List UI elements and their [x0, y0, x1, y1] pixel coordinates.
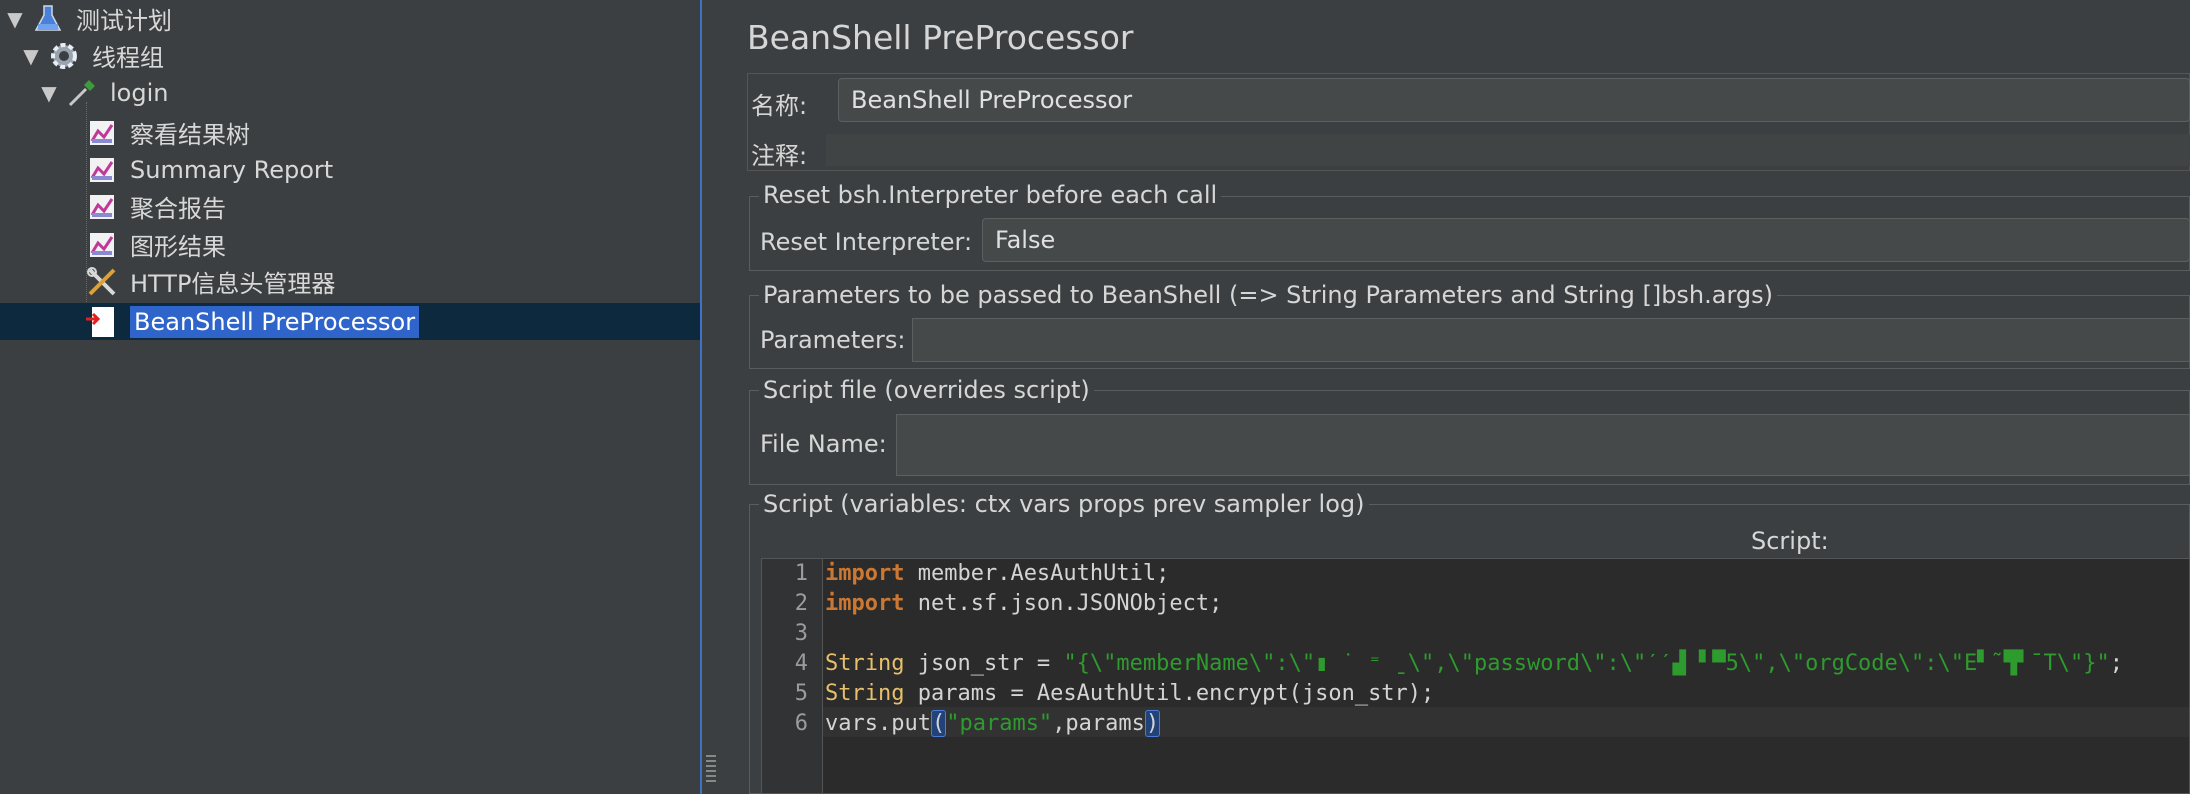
reset-interpreter-value: False — [995, 226, 1056, 254]
tree-item-login[interactable]: ▼ login — [38, 74, 168, 111]
type-token: String — [825, 651, 905, 676]
code-token: vars.put — [825, 711, 931, 736]
preprocessor-page-icon — [86, 306, 118, 338]
tree-item-beanshell-preprocessor[interactable]: BeanShell PreProcessor — [0, 303, 700, 340]
keyword-token: import — [825, 561, 905, 586]
listener-graph-icon — [86, 154, 118, 186]
line-number: 1 — [794, 561, 808, 586]
reset-group-title: Reset bsh.Interpreter before each call — [759, 181, 1222, 209]
code-token: json_str = — [904, 651, 1064, 676]
line-number: 5 — [794, 681, 808, 706]
file-name-input[interactable] — [896, 414, 2190, 476]
name-input-value: BeanShell PreProcessor — [851, 86, 1133, 114]
bracket-match-close: ) — [1144, 710, 1161, 737]
code-token: ; — [2109, 651, 2123, 676]
line-number: 2 — [794, 591, 808, 616]
listener-graph-icon — [86, 191, 118, 223]
panel-splitter[interactable] — [700, 0, 724, 794]
tree-item-view-results-tree[interactable]: 察看结果树 — [86, 114, 250, 151]
splitter-grip-icon[interactable] — [706, 752, 716, 782]
tree-item-label: 测试计划 — [76, 7, 172, 35]
dropper-icon — [66, 77, 98, 109]
tree-item-thread-group[interactable]: ▼ 线程组 — [20, 37, 164, 74]
comment-label: 注释: — [751, 142, 808, 170]
name-label: 名称: — [751, 92, 808, 120]
tree-item-summary-report[interactable]: Summary Report — [86, 151, 333, 188]
tree-item-label: login — [110, 78, 169, 107]
test-plan-tree[interactable]: ▼ 测试计划 ▼ 线程组 ▼ login 察看结果树 Summary Repor… — [0, 0, 700, 794]
code-line-5[interactable]: String params = AesAuthUtil.encrypt(json… — [825, 681, 1434, 706]
type-token: String — [825, 681, 905, 706]
tree-item-label: BeanShell PreProcessor — [130, 305, 420, 338]
tree-item-graph-results[interactable]: 图形结果 — [86, 226, 226, 263]
line-number-gutter: 1 2 3 4 5 6 — [762, 559, 823, 793]
string-token: "params" — [946, 711, 1053, 736]
tree-item-label: HTTP信息头管理器 — [130, 270, 336, 298]
expand-arrow-icon[interactable]: ▼ — [38, 81, 60, 105]
line-number: 6 — [794, 711, 808, 736]
code-line-6[interactable]: vars.put("params",params) — [825, 710, 1161, 737]
file-name-label: File Name: — [760, 430, 887, 458]
parameters-input[interactable] — [912, 318, 2190, 362]
script-label: Script: — [1751, 527, 1829, 555]
tree-item-test-plan[interactable]: ▼ 测试计划 — [4, 0, 172, 37]
code-line-4[interactable]: String json_str = "{\"memberName\":\"▮ ˙… — [825, 651, 2123, 677]
flask-icon — [32, 3, 64, 35]
script-file-group-title: Script file (overrides script) — [759, 376, 1094, 404]
comment-input[interactable] — [826, 134, 2190, 166]
page-title: BeanShell PreProcessor — [747, 18, 1134, 57]
tree-item-http-header-manager[interactable]: HTTP信息头管理器 — [86, 263, 335, 300]
reset-interpreter-label: Reset Interpreter: — [760, 228, 973, 256]
code-token: ,params — [1052, 711, 1145, 736]
script-group-title: Script (variables: ctx vars props prev s… — [759, 490, 1369, 518]
tree-item-label: 图形结果 — [130, 233, 226, 261]
line-number: 4 — [794, 651, 808, 676]
keyword-token: import — [825, 591, 905, 616]
script-editor[interactable]: 1 2 3 4 5 6 import member.AesAuthUtil; i… — [761, 558, 2190, 794]
line-number: 3 — [794, 621, 808, 646]
code-token: net.sf.json.JSONObject; — [904, 591, 1223, 616]
code-line-2[interactable]: import net.sf.json.JSONObject; — [825, 591, 1222, 616]
reset-interpreter-select[interactable]: False — [982, 218, 2190, 262]
bracket-match-open: ( — [930, 710, 947, 737]
tree-item-label: 聚合报告 — [130, 195, 226, 223]
expand-arrow-icon[interactable]: ▼ — [20, 44, 42, 68]
string-token: "{\"memberName\":\"▮ ˙ ⁼ ˍ\",\"password\… — [1063, 651, 2110, 676]
parameters-group-title: Parameters to be passed to BeanShell (=>… — [759, 281, 1778, 309]
tree-item-label: Summary Report — [130, 155, 334, 184]
listener-graph-icon — [86, 229, 118, 261]
gear-icon — [48, 40, 80, 72]
tree-item-label: 察看结果树 — [130, 121, 250, 149]
tree-item-label: 线程组 — [92, 44, 164, 72]
code-token: member.AesAuthUtil; — [904, 561, 1170, 586]
code-token: params = AesAuthUtil.encrypt(json_str); — [904, 681, 1435, 706]
tree-item-aggregate-report[interactable]: 聚合报告 — [86, 188, 226, 225]
code-line-1[interactable]: import member.AesAuthUtil; — [825, 561, 1169, 586]
name-input[interactable]: BeanShell PreProcessor — [838, 78, 2190, 122]
listener-graph-icon — [86, 117, 118, 149]
expand-arrow-icon[interactable]: ▼ — [4, 7, 26, 31]
wrench-screwdriver-icon — [86, 266, 118, 298]
parameters-label: Parameters: — [760, 326, 906, 354]
